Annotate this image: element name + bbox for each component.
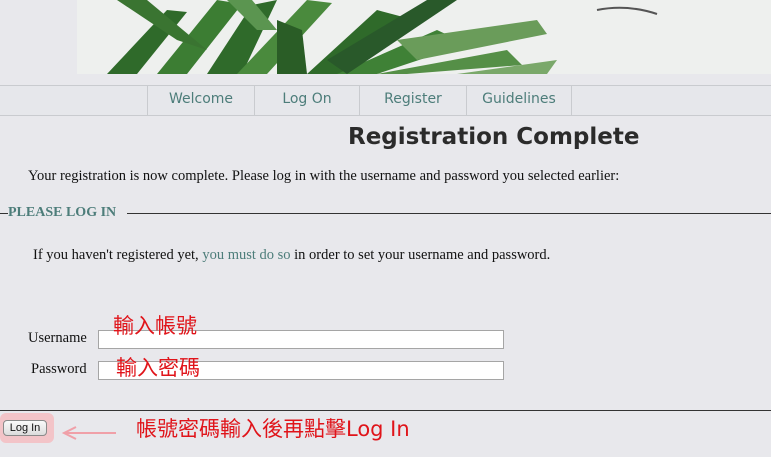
username-hint-annotation: 輸入帳號 — [113, 314, 197, 338]
nav-welcome[interactable]: Welcome — [147, 86, 254, 115]
arrow-left-icon — [61, 426, 116, 440]
fieldset-border-right — [127, 213, 771, 214]
intro-text: Your registration is now complete. Pleas… — [28, 168, 620, 184]
header-banner-image — [77, 0, 771, 74]
nav-register[interactable]: Register — [359, 86, 466, 115]
button-hint-annotation: 帳號密碼輸入後再點擊Log In — [136, 417, 410, 441]
register-link[interactable]: you must do so — [202, 247, 290, 263]
page-title: Registration Complete — [348, 124, 640, 150]
username-label: Username — [28, 330, 87, 346]
login-button[interactable]: Log In — [3, 420, 47, 436]
main-navigation: Welcome Log On Register Guidelines — [0, 85, 771, 116]
password-hint-annotation: 輸入密碼 — [116, 356, 200, 380]
register-note: If you haven't registered yet, you must … — [33, 247, 550, 264]
form-divider — [0, 410, 771, 411]
nav-guidelines[interactable]: Guidelines — [466, 86, 572, 115]
password-label: Password — [31, 361, 87, 377]
fieldset-border-left — [0, 213, 8, 214]
note-text-after: in order to set your username and passwo… — [294, 247, 551, 263]
nav-tabs: Welcome Log On Register Guidelines — [147, 86, 572, 115]
note-text-before: If you haven't registered yet, — [33, 247, 199, 263]
nav-log-on[interactable]: Log On — [254, 86, 359, 115]
fieldset-legend: PLEASE LOG IN — [8, 205, 117, 220]
